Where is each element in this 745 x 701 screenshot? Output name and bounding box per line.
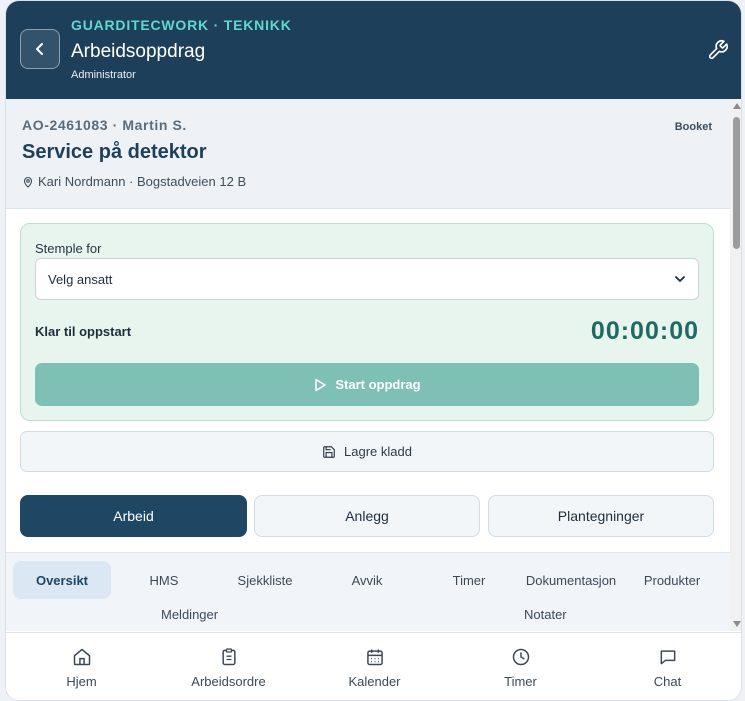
- play-icon: [315, 378, 327, 391]
- app-header: GUARDITECWORK · TEKNIKK Arbeidsoppdrag A…: [6, 1, 741, 99]
- nav-timer[interactable]: Timer: [447, 633, 594, 700]
- app-frame: GUARDITECWORK · TEKNIKK Arbeidsoppdrag A…: [5, 0, 742, 701]
- tab-meldinger[interactable]: Meldinger: [161, 607, 218, 622]
- user-role: Administrator: [71, 69, 136, 81]
- tab-oversikt[interactable]: Oversikt: [13, 561, 111, 599]
- chevron-left-icon: [36, 43, 43, 55]
- tab-avvik[interactable]: Avvik: [318, 561, 416, 599]
- save-draft-button[interactable]: Lagre kladd: [20, 431, 714, 472]
- nav-home-label: Hjem: [66, 674, 97, 689]
- job-location-text: Kari Nordmann · Bogstadveien 12 B: [38, 174, 247, 189]
- nav-work-orders[interactable]: Arbeidsordre: [155, 633, 302, 700]
- tab-timer[interactable]: Timer: [420, 561, 518, 599]
- job-summary: AO-2461083 · Martin S. Booket Service på…: [6, 99, 730, 209]
- save-draft-label: Lagre kladd: [344, 444, 412, 459]
- segment-arbeid[interactable]: Arbeid: [20, 495, 247, 537]
- map-pin-icon: [23, 176, 33, 188]
- employee-select-value: Velg ansatt: [48, 271, 113, 287]
- status-badge: Booket: [674, 121, 712, 133]
- ready-status: Klar til oppstart: [35, 324, 132, 339]
- tab-notater[interactable]: Notater: [524, 607, 567, 622]
- scroll-down-arrow-icon[interactable]: [733, 621, 741, 627]
- scroll-thumb[interactable]: [733, 117, 740, 249]
- bottom-navigation: Hjem Arbeidsordre Kalender Timer Chat: [6, 632, 741, 700]
- start-job-button[interactable]: Start oppdrag: [35, 363, 699, 406]
- page-title: Arbeidsoppdrag: [71, 41, 206, 62]
- scroll-up-arrow-icon[interactable]: [733, 103, 741, 109]
- chevron-down-icon: [675, 276, 685, 282]
- home-icon: [73, 648, 90, 666]
- tab-bar: Oversikt HMS Sjekkliste Avvik Timer Doku…: [6, 552, 730, 631]
- job-location: Kari Nordmann · Bogstadveien 12 B: [22, 174, 246, 189]
- stamp-panel: Stemple for Velg ansatt Klar til oppstar…: [20, 223, 714, 421]
- job-title: Service på detektor: [22, 141, 207, 163]
- nav-calendar[interactable]: Kalender: [301, 633, 448, 700]
- back-button[interactable]: [20, 29, 60, 69]
- nav-calendar-label: Kalender: [348, 674, 401, 689]
- scrollbar[interactable]: [730, 99, 741, 631]
- nav-timer-label: Timer: [504, 674, 537, 689]
- stamp-label: Stemple for: [35, 241, 102, 256]
- calendar-icon: [366, 649, 383, 666]
- clock-icon: [512, 648, 529, 666]
- save-icon: [323, 445, 335, 458]
- clipboard-icon: [221, 648, 236, 666]
- tab-dokumentasjon[interactable]: Dokumentasjon: [516, 561, 626, 599]
- tab-produkter[interactable]: Produkter: [623, 561, 721, 599]
- job-id: AO-2461083 · Martin S.: [22, 117, 187, 133]
- nav-chat[interactable]: Chat: [594, 633, 741, 700]
- nav-work-orders-label: Arbeidsordre: [191, 674, 266, 689]
- tab-hms[interactable]: HMS: [115, 561, 213, 599]
- segment-anlegg[interactable]: Anlegg: [254, 495, 480, 537]
- start-job-label: Start oppdrag: [335, 377, 421, 392]
- nav-home[interactable]: Hjem: [8, 633, 155, 700]
- chat-icon: [660, 650, 675, 665]
- employee-select[interactable]: Velg ansatt: [35, 258, 699, 300]
- scroll-content[interactable]: AO-2461083 · Martin S. Booket Service på…: [6, 99, 730, 631]
- tab-sjekkliste[interactable]: Sjekkliste: [216, 561, 314, 599]
- wrench-icon[interactable]: [707, 39, 729, 61]
- brand-name: GUARDITECWORK · TEKNIKK: [71, 17, 292, 33]
- segment-plantegninger[interactable]: Plantegninger: [488, 495, 714, 537]
- nav-chat-label: Chat: [653, 674, 682, 689]
- timer-display: 00:00:00: [590, 317, 699, 345]
